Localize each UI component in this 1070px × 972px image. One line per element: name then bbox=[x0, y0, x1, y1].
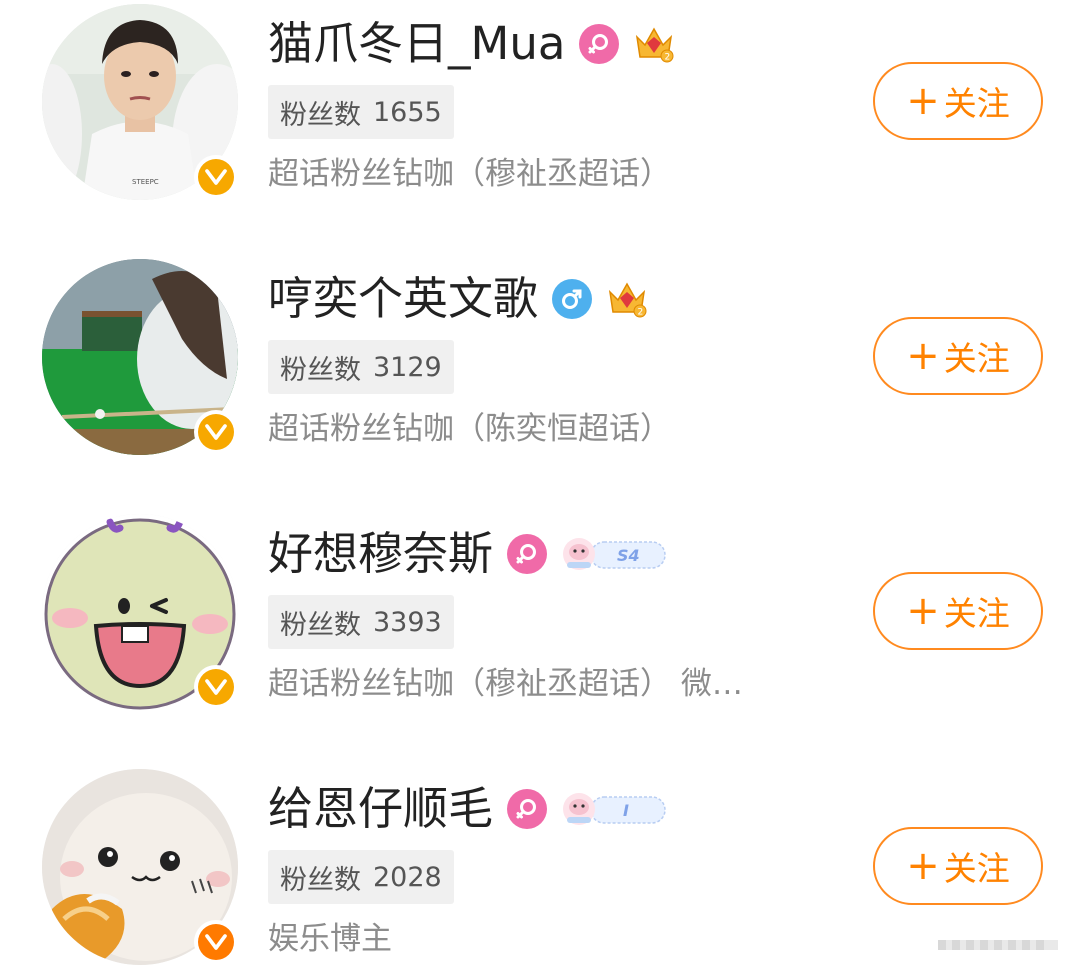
verified-v-icon bbox=[198, 669, 234, 705]
follow-button[interactable]: + 关注 bbox=[873, 572, 1043, 650]
watermark-logo bbox=[938, 940, 1058, 950]
username[interactable]: 好想穆奈斯 bbox=[268, 524, 493, 584]
user-description: 超话粉丝钻咖（穆祉丞超话） 微… bbox=[268, 666, 743, 702]
name-line: 给恩仔顺毛 I bbox=[268, 779, 667, 839]
follow-button[interactable]: + 关注 bbox=[873, 827, 1043, 905]
fans-count: 3393 bbox=[373, 606, 442, 638]
verified-v-icon bbox=[198, 924, 234, 960]
plus-icon: + bbox=[906, 588, 940, 634]
fans-count-chip: 粉丝数 3393 bbox=[268, 595, 454, 649]
fans-count-chip: 粉丝数 2028 bbox=[268, 850, 454, 904]
follow-label: 关注 bbox=[943, 339, 1010, 378]
verified-badge bbox=[194, 920, 238, 964]
verified-badge bbox=[194, 410, 238, 454]
user-description: 超话粉丝钻咖（陈奕恒超话） bbox=[268, 411, 671, 447]
username[interactable]: 哼奕个英文歌 bbox=[268, 269, 538, 329]
crown-badge-icon: 2 bbox=[636, 27, 674, 63]
follow-label: 关注 bbox=[943, 849, 1010, 888]
user-description: 娱乐博主 bbox=[268, 921, 392, 957]
female-icon bbox=[507, 534, 548, 574]
fans-label: 粉丝数 bbox=[280, 609, 361, 641]
svg-text:2: 2 bbox=[638, 308, 644, 318]
fans-label: 粉丝数 bbox=[280, 864, 361, 896]
verified-v-icon bbox=[198, 414, 234, 450]
username[interactable]: 给恩仔顺毛 bbox=[268, 779, 493, 839]
verified-badge bbox=[194, 665, 238, 709]
follow-button[interactable]: + 关注 bbox=[873, 317, 1043, 395]
follow-label: 关注 bbox=[943, 594, 1010, 633]
follow-label: 关注 bbox=[943, 84, 1010, 123]
fans-count-chip: 粉丝数 1655 bbox=[268, 85, 454, 139]
follow-button[interactable]: + 关注 bbox=[873, 62, 1043, 140]
crown-badge-icon: 2 bbox=[608, 282, 647, 318]
user-row-4[interactable]: 给恩仔顺毛 I 粉丝数 2028 娱乐博主 + 关注 bbox=[0, 765, 1070, 965]
fans-count: 2028 bbox=[373, 861, 442, 893]
fans-count: 1655 bbox=[373, 96, 442, 128]
name-line: 好想穆奈斯 S4 bbox=[268, 524, 667, 584]
fans-label: 粉丝数 bbox=[280, 99, 361, 131]
name-line: 哼奕个英文歌 2 bbox=[268, 269, 648, 329]
fans-label: 粉丝数 bbox=[280, 354, 361, 386]
fan-level-badge-icon: S4 bbox=[563, 538, 666, 570]
male-icon bbox=[552, 279, 593, 319]
user-row-1[interactable]: STEEPC 猫爪冬日_Mua 2 粉丝数 1655 超话粉丝钻咖（穆祉丞超话） … bbox=[0, 0, 1070, 200]
plus-icon: + bbox=[906, 333, 940, 379]
svg-text:STEEPC: STEEPC bbox=[132, 178, 159, 186]
female-icon bbox=[507, 789, 548, 829]
fan-level-badge-icon: I bbox=[563, 793, 666, 825]
fans-count: 3129 bbox=[373, 351, 442, 383]
verified-v-icon bbox=[198, 159, 234, 195]
female-icon bbox=[579, 24, 620, 64]
fans-count-chip: 粉丝数 3129 bbox=[268, 340, 454, 394]
user-row-3[interactable]: 好想穆奈斯 S4 粉丝数 3393 超话粉丝钻咖（穆祉丞超话） 微… + 关注 bbox=[0, 510, 1070, 710]
plus-icon: + bbox=[906, 843, 940, 889]
level-text: S4 bbox=[617, 546, 640, 565]
verified-badge bbox=[194, 155, 238, 199]
level-text: I bbox=[623, 801, 629, 820]
plus-icon: + bbox=[906, 78, 940, 124]
username[interactable]: 猫爪冬日_Mua bbox=[268, 14, 565, 74]
svg-text:2: 2 bbox=[665, 53, 671, 63]
user-row-2[interactable]: 哼奕个英文歌 2 粉丝数 3129 超话粉丝钻咖（陈奕恒超话） + 关注 bbox=[0, 255, 1070, 455]
user-description: 超话粉丝钻咖（穆祉丞超话） bbox=[268, 156, 671, 192]
name-line: 猫爪冬日_Mua 2 bbox=[268, 14, 675, 74]
